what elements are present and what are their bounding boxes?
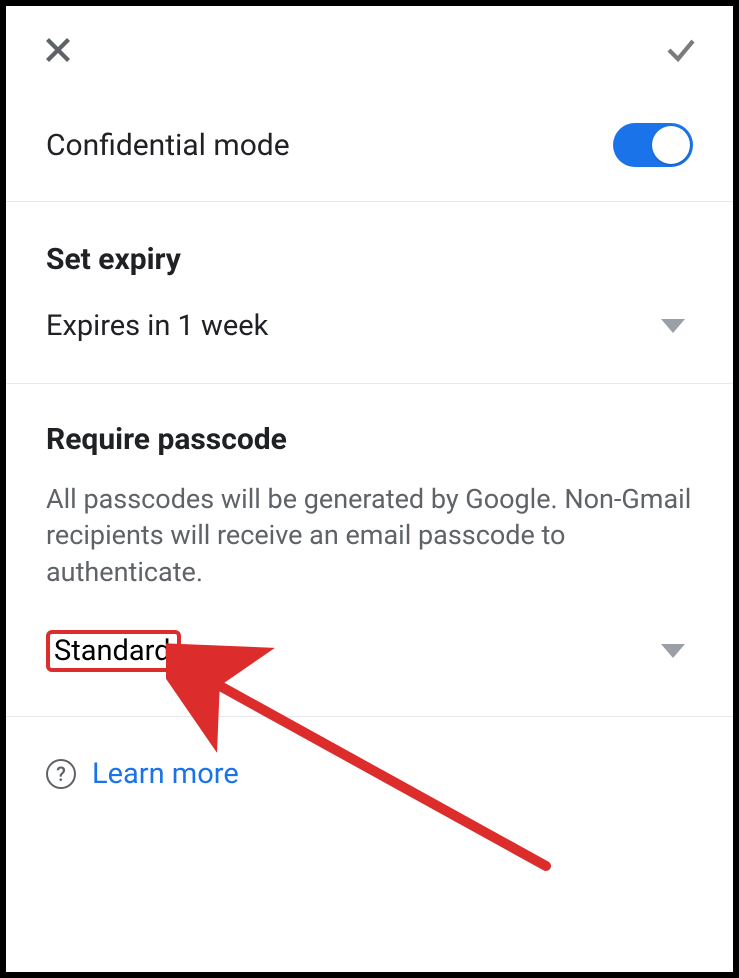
confidential-mode-toggle[interactable] (613, 123, 693, 167)
help-icon: ? (46, 759, 76, 789)
header-bar (6, 6, 733, 85)
learn-more-link[interactable]: Learn more (92, 757, 239, 791)
toggle-knob (652, 126, 690, 164)
confidential-mode-row: Confidential mode (6, 85, 733, 202)
check-icon (663, 32, 699, 68)
close-icon (40, 32, 76, 68)
chevron-down-icon (661, 644, 685, 658)
expiry-value: Expires in 1 week (46, 309, 268, 343)
set-expiry-section: Set expiry Expires in 1 week (6, 202, 733, 384)
set-expiry-title: Set expiry (46, 242, 693, 277)
passcode-dropdown[interactable]: Standard (46, 630, 693, 716)
expiry-dropdown[interactable]: Expires in 1 week (46, 309, 693, 383)
chevron-down-icon (661, 319, 685, 333)
confidential-mode-label: Confidential mode (46, 128, 290, 163)
passcode-value: Standard (46, 630, 181, 672)
passcode-description: All passcodes will be generated by Googl… (46, 481, 693, 590)
close-button[interactable] (36, 28, 80, 75)
require-passcode-title: Require passcode (46, 422, 693, 457)
learn-more-row: ? Learn more (6, 717, 733, 831)
confirm-button[interactable] (659, 28, 703, 75)
require-passcode-section: Require passcode All passcodes will be g… (6, 384, 733, 717)
confidential-mode-settings: Confidential mode Set expiry Expires in … (0, 0, 739, 978)
